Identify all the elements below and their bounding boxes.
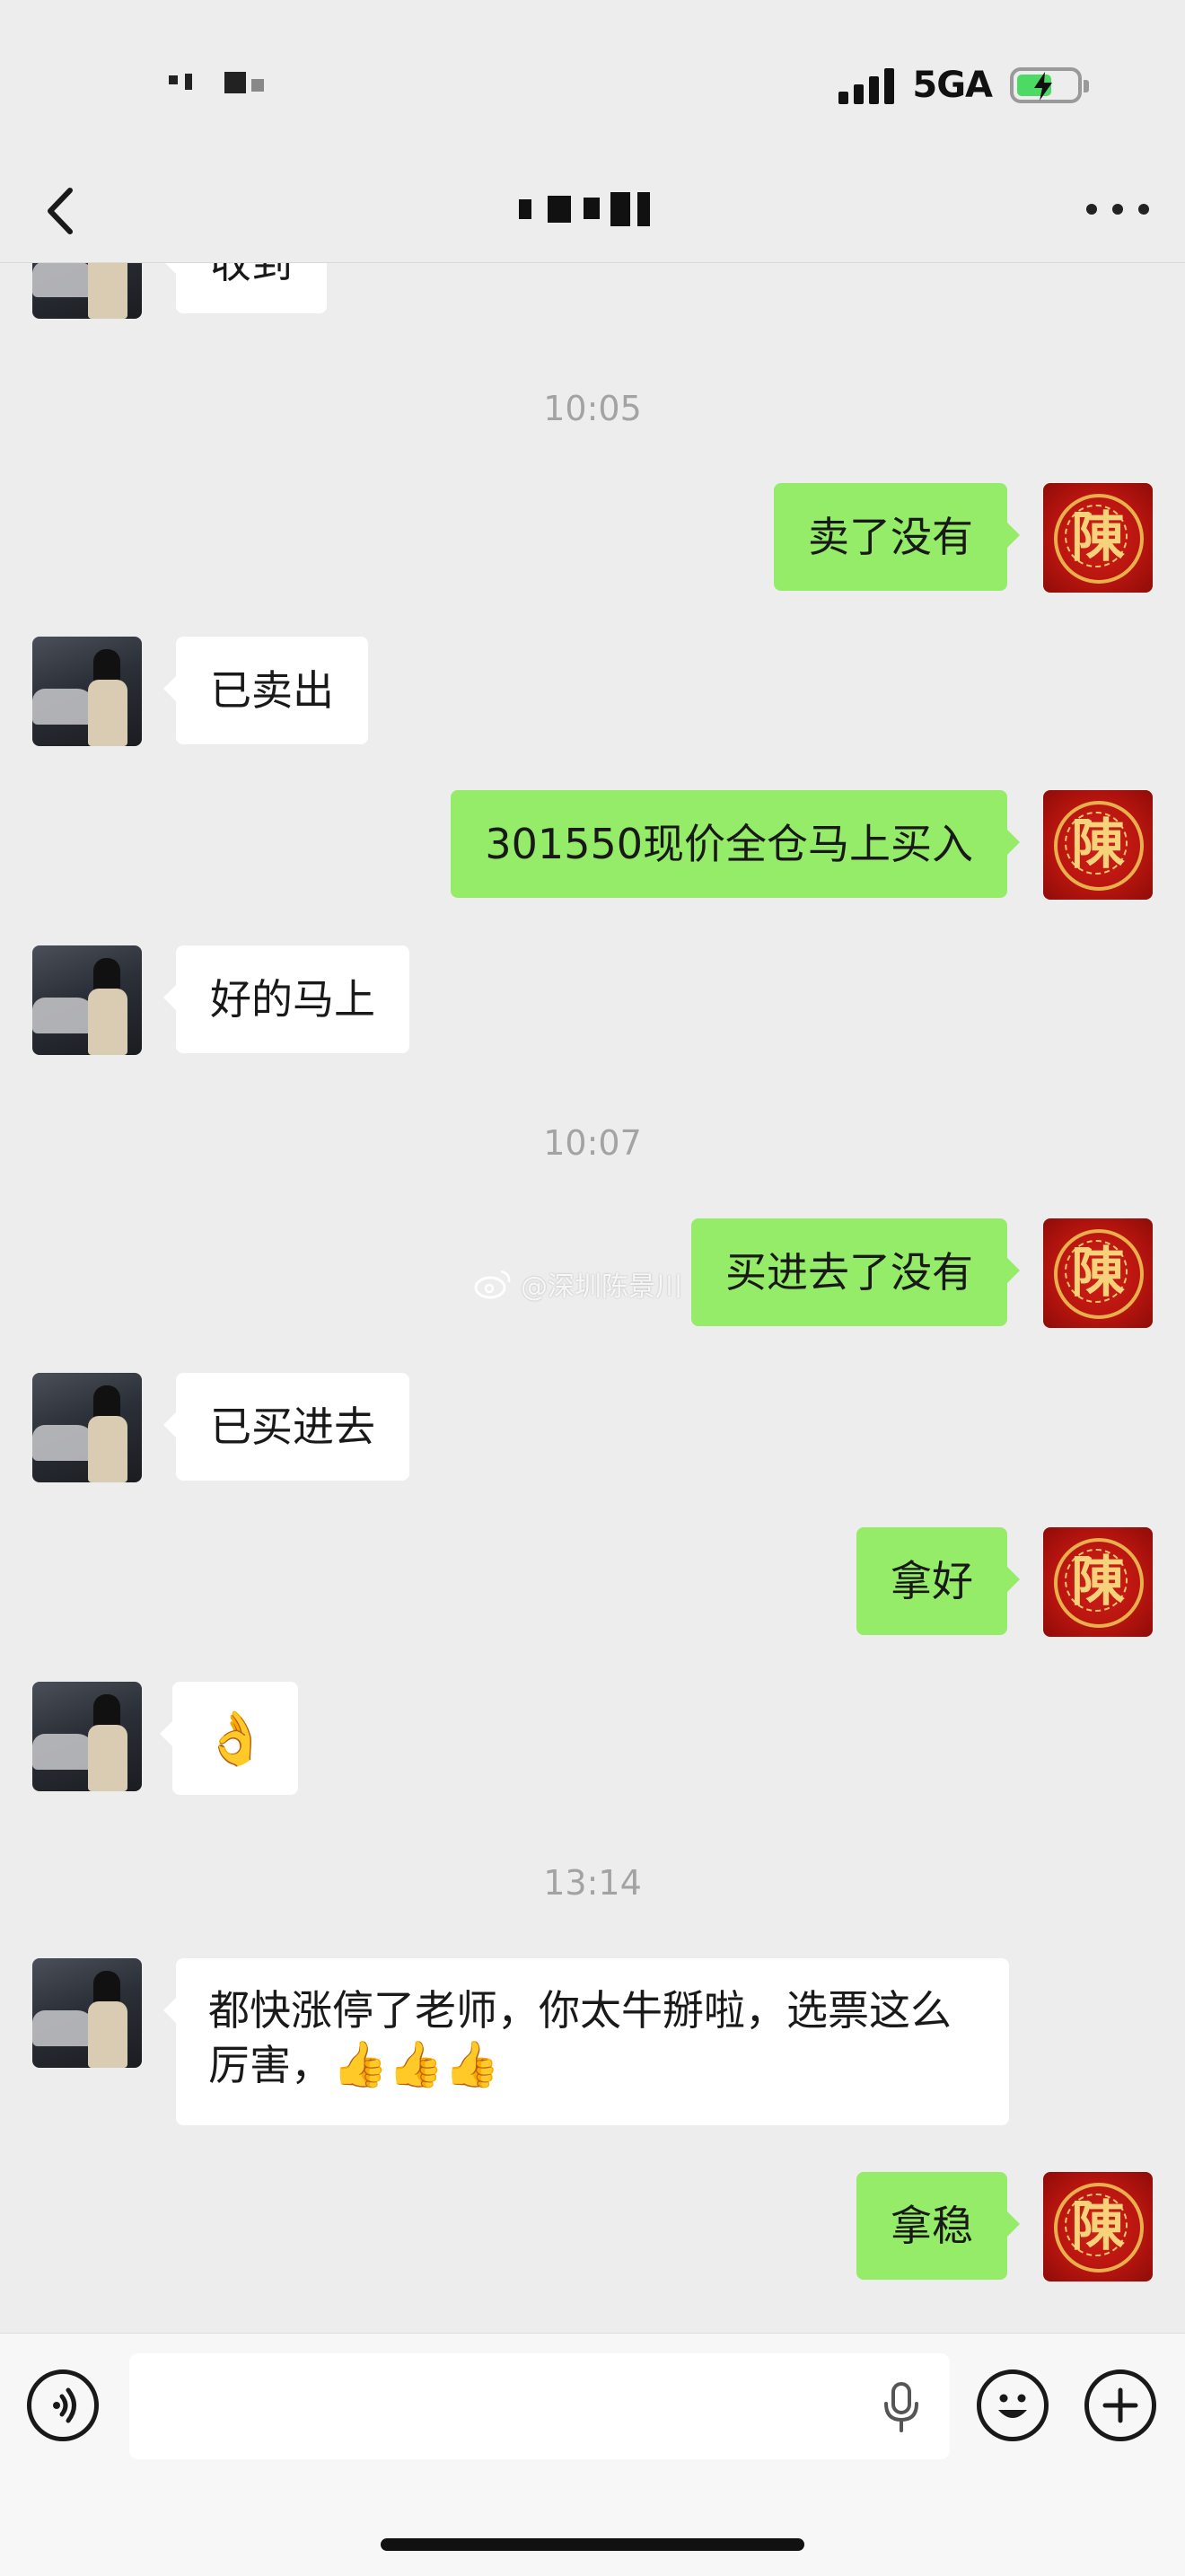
message-text: 拿好 xyxy=(891,1557,973,1605)
plus-icon xyxy=(1102,2387,1138,2423)
battery-charging-icon xyxy=(1010,67,1089,103)
signal-icon xyxy=(838,66,895,104)
my-avatar[interactable]: 陳 xyxy=(1043,790,1153,900)
input-bar xyxy=(0,2333,1185,2576)
message-text: 好的马上 xyxy=(210,975,375,1024)
contact-avatar[interactable] xyxy=(32,637,142,746)
message-list[interactable]: 收到 10:05 卖了没有 陳 已卖出 301550现价全仓马上买入 陳 好的马… xyxy=(0,263,1185,2333)
microphone-icon xyxy=(884,2382,918,2432)
plus-button[interactable] xyxy=(1084,2369,1156,2441)
contact-avatar[interactable] xyxy=(32,1682,142,1791)
message-bubble-outgoing[interactable]: 买进去了没有 xyxy=(691,1218,1020,1326)
contact-avatar[interactable] xyxy=(32,263,142,319)
status-bar: 5GA xyxy=(0,0,1185,162)
microphone-button[interactable] xyxy=(878,2378,925,2436)
message-bubble-incoming[interactable]: 都快涨停了老师，你太牛掰啦，选票这么厉害，👍👍👍 xyxy=(163,1958,1009,2125)
my-avatar[interactable]: 陳 xyxy=(1043,483,1153,593)
message-bubble-outgoing[interactable]: 卖了没有 xyxy=(774,483,1020,591)
voice-button[interactable] xyxy=(27,2369,99,2441)
message-bubble-incoming[interactable]: 收到 xyxy=(163,263,327,313)
message-input[interactable] xyxy=(129,2353,950,2459)
ok-hand-emoji: 👌 xyxy=(203,1708,268,1769)
message-bubble-outgoing[interactable]: 301550现价全仓马上买入 xyxy=(451,790,1020,898)
timestamp-label: 13:14 xyxy=(543,1863,642,1903)
message-bubble-incoming[interactable]: 已卖出 xyxy=(163,637,368,744)
message-text: 都快涨停了老师，你太牛掰啦，选票这么厉害， xyxy=(208,1986,952,2089)
network-label: 5GA xyxy=(912,65,993,106)
more-dots-icon xyxy=(1086,204,1097,215)
nav-bar xyxy=(0,162,1185,263)
message-text: 301550现价全仓马上买入 xyxy=(485,820,973,868)
my-avatar[interactable]: 陳 xyxy=(1043,2172,1153,2281)
message-bubble-incoming[interactable]: 已买进去 xyxy=(163,1373,409,1481)
emoji-button[interactable] xyxy=(977,2369,1049,2441)
contact-avatar[interactable] xyxy=(32,945,142,1055)
contact-name-redacted xyxy=(512,189,655,233)
my-avatar[interactable]: 陳 xyxy=(1043,1218,1153,1328)
message-text: 已买进去 xyxy=(210,1402,375,1451)
home-indicator[interactable] xyxy=(381,2538,804,2551)
contact-avatar[interactable] xyxy=(32,1958,142,2068)
my-avatar[interactable]: 陳 xyxy=(1043,1527,1153,1637)
thumbs-up-emoji: 👍👍👍 xyxy=(332,2038,500,2090)
chevron-left-icon xyxy=(48,188,73,234)
contact-avatar[interactable] xyxy=(32,1373,142,1482)
message-text: 收到 xyxy=(210,263,293,287)
status-time-redacted xyxy=(162,63,287,110)
chat-screen: 5GA 收到 10:05 卖了没有 陳 已卖出 301550现价全仓马上买入 陳… xyxy=(0,0,1185,2576)
message-bubble-outgoing[interactable]: 拿好 xyxy=(856,1527,1020,1635)
message-text: 买进去了没有 xyxy=(725,1248,973,1297)
message-bubble-incoming[interactable]: 👌 xyxy=(159,1682,299,1795)
message-bubble-incoming[interactable]: 好的马上 xyxy=(163,945,409,1053)
timestamp-label: 10:07 xyxy=(543,1123,642,1163)
message-text: 卖了没有 xyxy=(808,513,973,561)
message-bubble-outgoing[interactable]: 拿稳 xyxy=(856,2172,1020,2280)
more-button[interactable] xyxy=(1086,187,1149,232)
back-button[interactable] xyxy=(36,180,90,242)
voice-icon xyxy=(53,2387,76,2423)
smiley-icon xyxy=(998,2394,1027,2418)
status-indicators: 5GA xyxy=(838,65,1089,106)
message-text: 拿稳 xyxy=(891,2202,973,2250)
timestamp-label: 10:05 xyxy=(543,389,642,428)
message-text: 已卖出 xyxy=(210,666,334,715)
